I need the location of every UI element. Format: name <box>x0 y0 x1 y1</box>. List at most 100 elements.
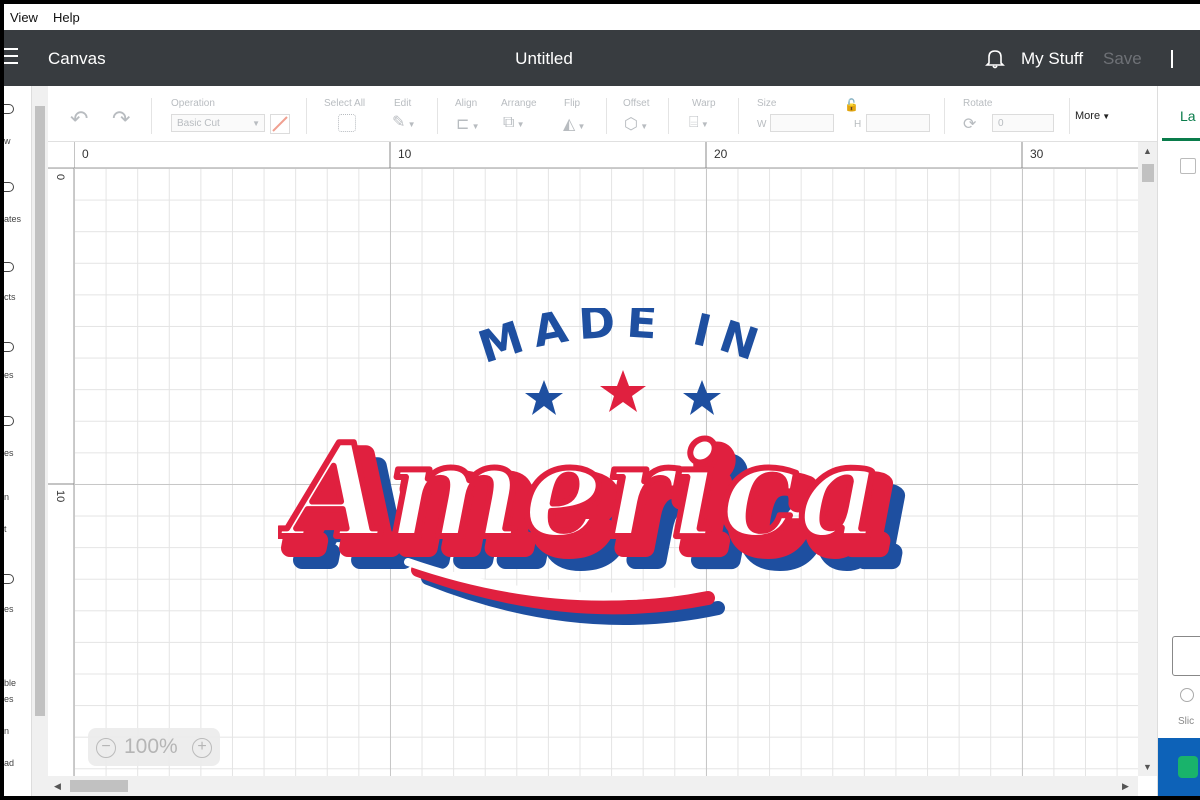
arrange-label: Arrange <box>501 98 537 109</box>
sidebar-item-label[interactable]: w <box>4 136 32 146</box>
rotate-value: 0 <box>998 118 1004 129</box>
sidebar-item-label[interactable]: es <box>4 694 32 704</box>
blue-star-icon <box>683 380 721 415</box>
sidebar-icon[interactable] <box>4 574 14 584</box>
lock-icon[interactable]: 🔓 <box>844 98 859 112</box>
flip-icon[interactable]: ◭ ▼ <box>563 114 585 134</box>
zoom-out-button[interactable]: − <box>96 738 116 758</box>
toolbar-divider <box>1069 98 1070 134</box>
toolbar-divider <box>944 98 945 134</box>
align-icon[interactable]: ⊏ ▼ <box>456 114 480 134</box>
make-it-button[interactable] <box>1158 738 1200 796</box>
sidebar-icon[interactable] <box>4 262 14 272</box>
save-button[interactable]: Save <box>1103 49 1142 69</box>
layer-thumbnail[interactable] <box>1172 636 1200 676</box>
edit-label: Edit <box>394 98 412 109</box>
zoom-level: 100% <box>124 735 178 758</box>
canvas-horizontal-scrollbar[interactable]: ◀ ▶ <box>48 776 1138 796</box>
header-divider <box>1171 50 1173 68</box>
warp-label: Warp <box>692 98 716 109</box>
toolbar-divider <box>606 98 607 134</box>
scroll-up-icon[interactable]: ▲ <box>1143 146 1152 156</box>
app-window: View Help Canvas Untitled My Stuff Save … <box>4 4 1200 796</box>
select-all-label: Select All <box>324 98 366 109</box>
flip-label: Flip <box>564 98 581 109</box>
scroll-thumb[interactable] <box>1142 164 1154 182</box>
sidebar-icon[interactable] <box>4 104 14 114</box>
undo-icon[interactable]: ↶ <box>70 106 88 132</box>
app-header: Canvas Untitled My Stuff Save <box>4 30 1200 86</box>
menu-help[interactable]: Help <box>53 10 80 25</box>
scroll-thumb[interactable] <box>35 106 45 716</box>
slice-label: Slic <box>1178 716 1195 727</box>
slice-icon[interactable] <box>1180 688 1194 702</box>
sidebar-item-label[interactable]: n <box>4 726 32 736</box>
sidebar-scrollbar[interactable] <box>32 86 48 796</box>
red-star-icon <box>600 370 646 412</box>
select-all-icon[interactable] <box>338 114 356 132</box>
rotate-input[interactable]: 0 <box>992 114 1054 132</box>
toolbar-divider <box>668 98 669 134</box>
rotate-label: Rotate <box>963 98 993 109</box>
chat-icon[interactable] <box>1178 756 1198 778</box>
my-stuff-button[interactable]: My Stuff <box>1021 49 1083 69</box>
sidebar-item-label[interactable]: ates <box>4 214 32 224</box>
active-tab-indicator <box>1162 138 1200 141</box>
top-ruler: 0 10 20 30 <box>48 142 1138 168</box>
sidebar-icon[interactable] <box>4 416 14 426</box>
zoom-in-button[interactable]: + <box>192 738 212 758</box>
scroll-thumb[interactable] <box>70 780 128 792</box>
operation-select[interactable]: Basic Cut ▼ <box>171 114 265 132</box>
more-button[interactable]: More ▼ <box>1075 110 1110 122</box>
blue-star-icon <box>525 380 563 415</box>
height-input[interactable] <box>866 114 930 132</box>
sidebar-item-label[interactable]: es <box>4 604 32 614</box>
tab-layers[interactable]: La <box>1180 108 1196 124</box>
width-input[interactable] <box>770 114 834 132</box>
redo-icon[interactable]: ↷ <box>112 106 130 132</box>
scroll-left-icon[interactable]: ◀ <box>54 781 61 792</box>
warp-icon[interactable]: ⌸ ▼ <box>689 114 709 132</box>
sidebar-item-label[interactable]: t <box>4 524 32 534</box>
pencil-icon[interactable]: ✎ ▼ <box>392 112 416 132</box>
color-swatch[interactable] <box>270 114 290 134</box>
sidebar-item-label[interactable]: n <box>4 492 32 502</box>
sidebar-item-label[interactable]: ble <box>4 678 32 688</box>
sidebar-item-label[interactable]: ad <box>4 758 32 768</box>
edit-toolbar: ↶ ↷ Operation Basic Cut ▼ Select All Edit… <box>48 86 1157 142</box>
menu-view[interactable]: View <box>10 10 38 25</box>
group-icon[interactable] <box>1180 158 1196 174</box>
layers-panel: La Slic <box>1157 86 1200 796</box>
zoom-control: − 100% + <box>88 728 220 766</box>
scroll-right-icon[interactable]: ▶ <box>1122 781 1129 792</box>
svg-text:America: America <box>278 417 881 567</box>
canvas-vertical-scrollbar[interactable]: ▲ ▼ <box>1138 142 1157 776</box>
menu-bar: View Help <box>4 4 1200 30</box>
toolbar-divider <box>151 98 152 134</box>
document-title[interactable]: Untitled <box>4 49 1084 69</box>
offset-icon[interactable]: ⬡ ▼ <box>624 114 648 134</box>
sidebar-item-label[interactable]: es <box>4 448 32 458</box>
rotate-icon[interactable]: ⟳ <box>963 114 976 134</box>
size-label: Size <box>757 98 777 109</box>
design-canvas[interactable]: 0 10 20 30 0 10 MADE IN America America … <box>48 142 1138 776</box>
toolbar-divider <box>738 98 739 134</box>
left-ruler: 0 10 <box>48 168 74 776</box>
made-in-america-design[interactable]: MADE IN America America America <box>275 296 928 638</box>
sidebar-icon[interactable] <box>4 182 14 192</box>
sidebar-item-label[interactable]: cts <box>4 292 32 302</box>
bell-icon[interactable] <box>984 47 1006 69</box>
left-sidebar: w ates cts es es n t es ble es n ad <box>4 86 32 796</box>
offset-label: Offset <box>623 98 650 109</box>
operation-label: Operation <box>171 98 215 109</box>
chevron-down-icon: ▼ <box>252 119 260 128</box>
more-label: More <box>1075 110 1101 122</box>
sidebar-icon[interactable] <box>4 342 14 352</box>
align-label: Align <box>455 98 478 109</box>
toolbar-divider <box>437 98 438 134</box>
arrange-icon[interactable]: ⧉ ▼ <box>503 114 525 132</box>
sidebar-item-label[interactable]: es <box>4 370 32 380</box>
america-text-layers: America America America <box>275 414 914 600</box>
scroll-down-icon[interactable]: ▼ <box>1143 762 1152 772</box>
width-label: W <box>757 119 767 130</box>
